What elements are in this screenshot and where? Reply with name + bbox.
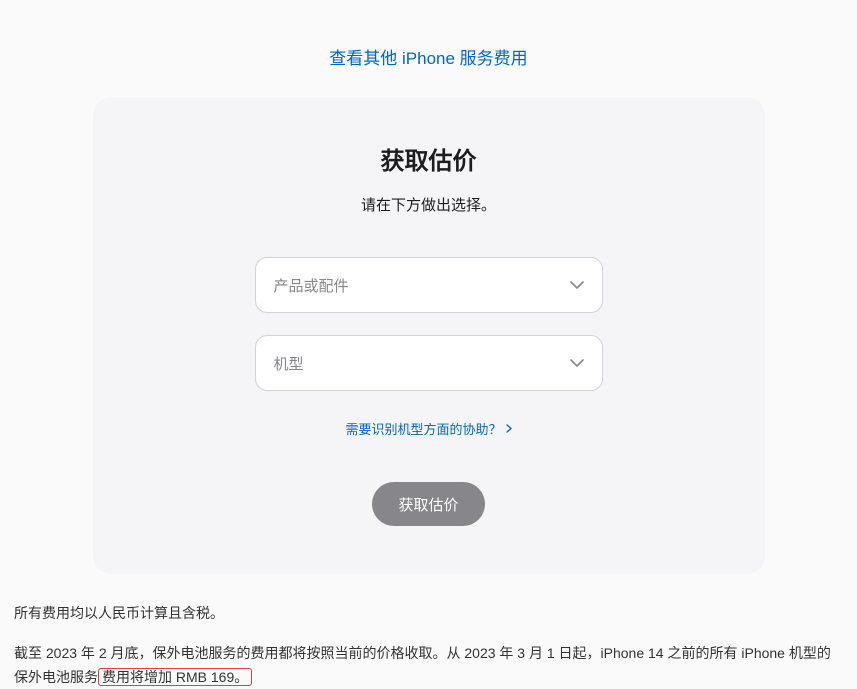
footer-note-1: 所有费用均以人民币计算且含税。 — [14, 602, 843, 626]
price-increase-highlight: 费用将增加 RMB 169。 — [98, 668, 252, 686]
chevron-down-icon — [570, 281, 584, 289]
product-select-placeholder: 产品或配件 — [274, 275, 349, 296]
model-select-placeholder: 机型 — [274, 353, 304, 374]
chevron-down-icon — [570, 359, 584, 367]
get-estimate-button[interactable]: 获取估价 — [372, 482, 484, 526]
card-subtitle: 请在下方做出选择。 — [133, 194, 725, 215]
footer-note-2: 截至 2023 年 2 月底，保外电池服务的费用都将按照当前的价格收取。从 20… — [14, 642, 843, 689]
chevron-right-icon — [506, 424, 512, 433]
model-select[interactable]: 机型 — [255, 335, 603, 391]
product-select[interactable]: 产品或配件 — [255, 257, 603, 313]
estimate-card: 获取估价 请在下方做出选择。 产品或配件 机型 需要识别机型方面的协助？ 获取估… — [93, 97, 765, 574]
help-link-label: 需要识别机型方面的协助？ — [345, 419, 501, 438]
identify-model-help-link[interactable]: 需要识别机型方面的协助？ — [345, 419, 511, 438]
footer-notes: 所有费用均以人民币计算且含税。 截至 2023 年 2 月底，保外电池服务的费用… — [0, 574, 857, 689]
card-title: 获取估价 — [133, 141, 725, 176]
other-services-link[interactable]: 查看其他 iPhone 服务费用 — [329, 49, 527, 68]
